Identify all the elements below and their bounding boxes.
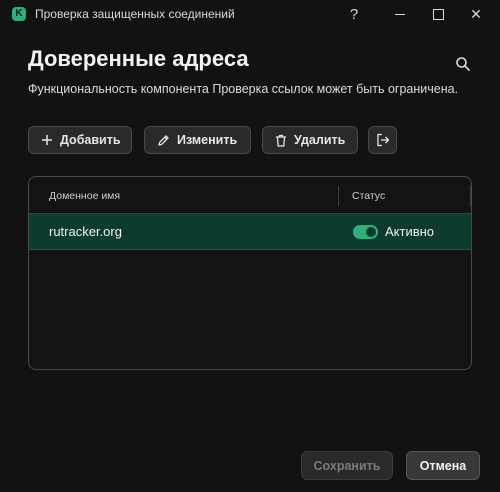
export-icon — [376, 133, 389, 147]
search-icon[interactable] — [455, 56, 471, 72]
trusted-addresses-table: Доменное имя Статус rutracker.org Активн… — [28, 176, 472, 370]
toggle-knob — [366, 227, 376, 237]
window-title: Проверка защищенных соединений — [35, 7, 235, 21]
page-title: Доверенные адреса — [28, 46, 249, 71]
page-subtitle: Функциональность компонента Проверка ссы… — [28, 82, 459, 96]
cancel-button[interactable]: Отмена — [406, 451, 480, 480]
delete-button-label: Удалить — [294, 133, 346, 147]
status-cell: Активно — [385, 224, 435, 239]
help-button[interactable]: ? — [334, 0, 374, 28]
kaspersky-app-icon: K — [12, 7, 26, 21]
minimize-button[interactable] — [380, 0, 420, 28]
column-header-status[interactable]: Статус — [352, 190, 385, 202]
close-button[interactable]: ✕ — [456, 0, 496, 28]
plus-icon — [42, 135, 52, 145]
save-button[interactable]: Сохранить — [301, 451, 393, 480]
table-row[interactable]: rutracker.org Активно — [29, 214, 471, 250]
domain-cell: rutracker.org — [49, 224, 122, 239]
title-bar: K Проверка защищенных соединений ? ✕ — [0, 0, 500, 28]
minimize-icon — [395, 13, 405, 15]
trash-icon — [276, 134, 286, 147]
table-header: Доменное имя Статус — [29, 177, 471, 214]
export-button[interactable] — [368, 126, 397, 154]
column-divider[interactable] — [338, 186, 339, 206]
add-button-label: Добавить — [60, 133, 121, 147]
maximize-button[interactable] — [418, 0, 458, 28]
column-header-domain[interactable]: Доменное имя — [49, 190, 120, 202]
dialog-window: K Проверка защищенных соединений ? ✕ Дов… — [0, 0, 500, 492]
add-button[interactable]: Добавить — [28, 126, 132, 154]
pencil-icon — [158, 134, 169, 146]
status-toggle[interactable] — [353, 225, 378, 239]
delete-button[interactable]: Удалить — [262, 126, 358, 154]
edit-button-label: Изменить — [177, 133, 238, 147]
column-divider[interactable] — [470, 186, 471, 206]
maximize-icon — [432, 8, 444, 20]
edit-button[interactable]: Изменить — [144, 126, 251, 154]
